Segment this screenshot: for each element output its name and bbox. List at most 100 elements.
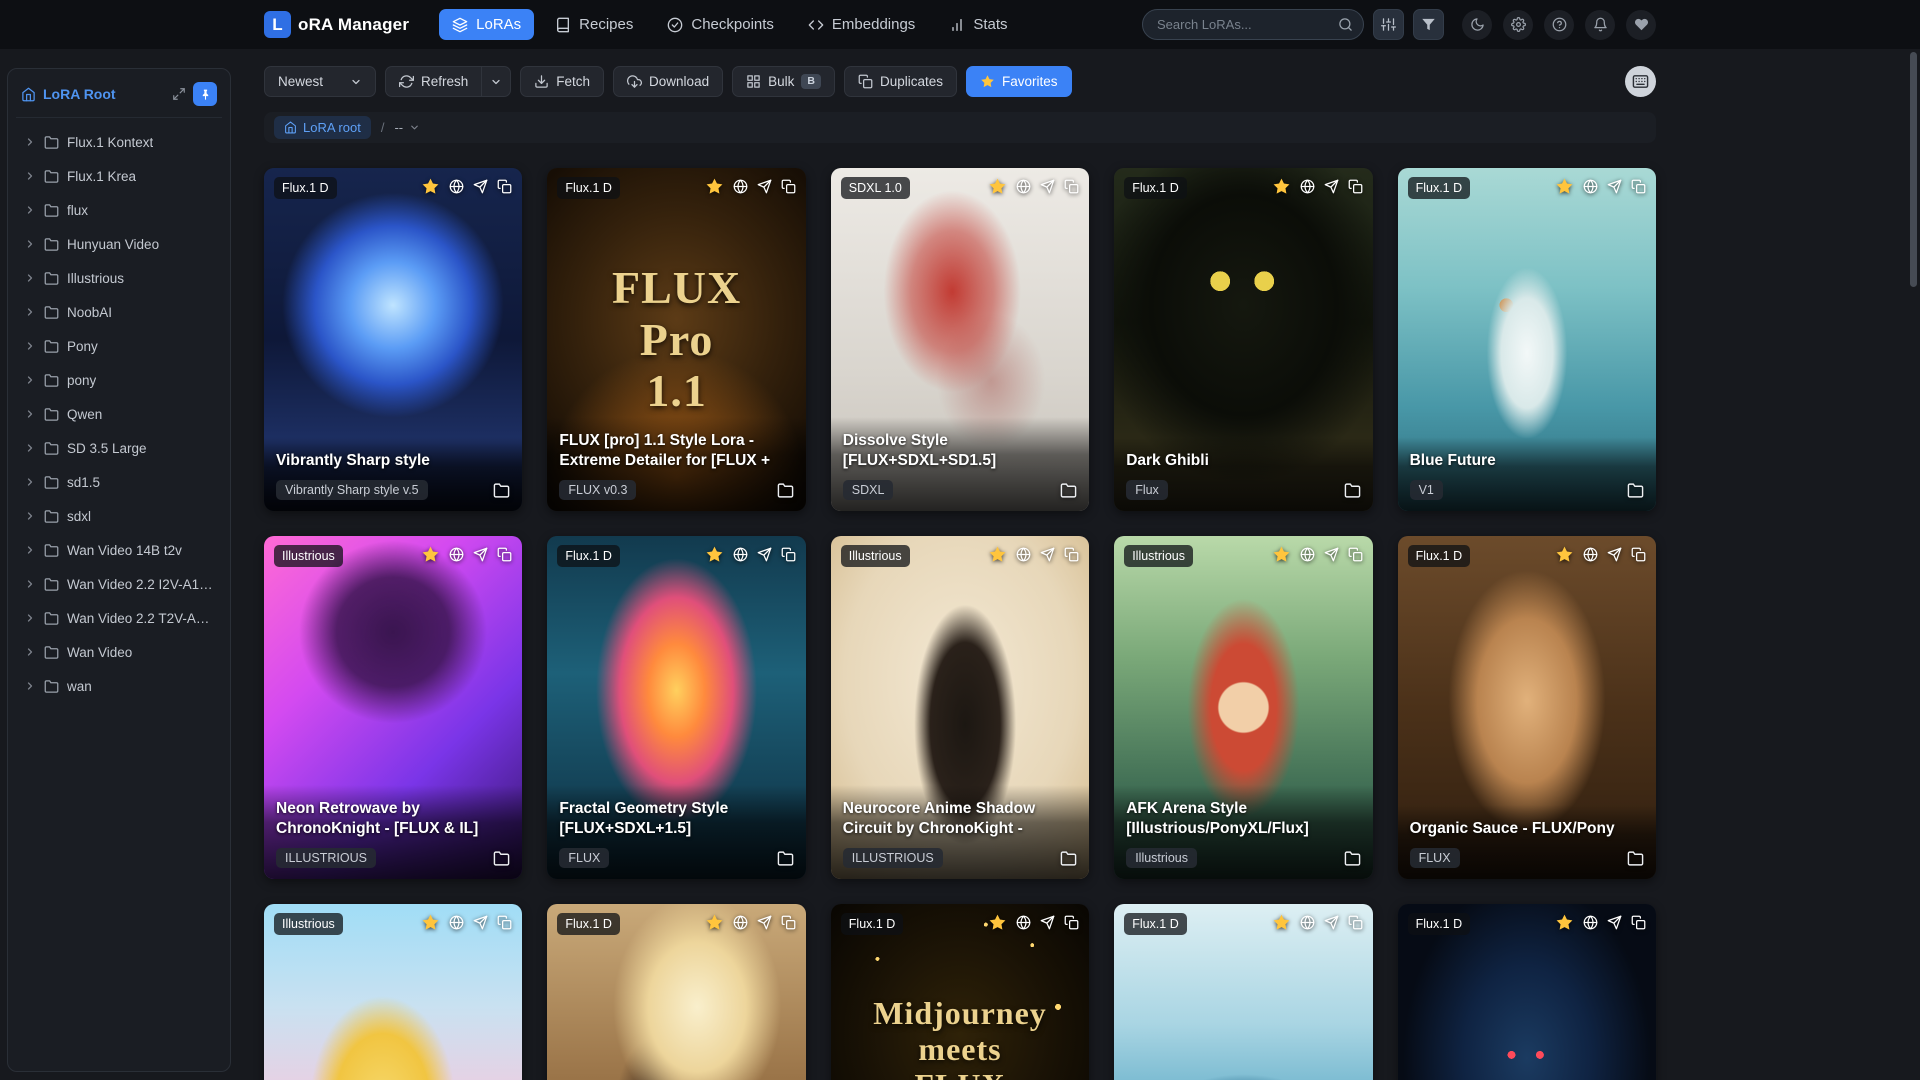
version-pill[interactable]: V1: [1409, 480, 1443, 500]
nav-tab-checkpoints[interactable]: Checkpoints: [654, 9, 787, 40]
copy-icon[interactable]: [1348, 915, 1363, 930]
favorite-star-icon[interactable]: [1555, 177, 1574, 196]
send-icon[interactable]: [473, 915, 488, 930]
duplicates-button[interactable]: Duplicates: [843, 66, 957, 97]
globe-icon[interactable]: [1300, 547, 1315, 562]
copy-icon[interactable]: [1064, 179, 1079, 194]
version-pill[interactable]: FLUX: [559, 848, 610, 868]
globe-icon[interactable]: [449, 915, 464, 930]
open-folder-icon[interactable]: [493, 850, 510, 867]
nav-tab-recipes[interactable]: Recipes: [542, 9, 646, 40]
globe-icon[interactable]: [1583, 179, 1598, 194]
version-pill[interactable]: Flux: [1126, 480, 1168, 500]
search-options-button[interactable]: [1373, 9, 1404, 40]
lora-card[interactable]: Flux.1 D: [1397, 904, 1656, 1080]
theme-toggle-button[interactable]: [1462, 9, 1492, 40]
lora-card[interactable]: Flux.1 D Organic Sauce - FLUX/Pony FLUX: [1397, 536, 1656, 879]
nav-tab-embeddings[interactable]: Embeddings: [795, 9, 928, 40]
sidebar-folder-item[interactable]: Flux.1 Krea: [16, 159, 222, 193]
sidebar-folder-item[interactable]: Illustrious: [16, 261, 222, 295]
sidebar-folder-item[interactable]: pony: [16, 363, 222, 397]
breadcrumb-root[interactable]: LoRA root: [274, 116, 371, 139]
globe-icon[interactable]: [449, 547, 464, 562]
globe-icon[interactable]: [733, 547, 748, 562]
sidebar-folder-item[interactable]: Wan Video 14B t2v: [16, 533, 222, 567]
favorite-star-icon[interactable]: [421, 545, 440, 564]
open-folder-icon[interactable]: [1060, 850, 1077, 867]
send-icon[interactable]: [473, 547, 488, 562]
open-folder-icon[interactable]: [493, 482, 510, 499]
copy-icon[interactable]: [497, 547, 512, 562]
lora-card[interactable]: Flux.1 D Vibrantly Sharp style Vibrantly…: [264, 168, 523, 511]
copy-icon[interactable]: [1631, 179, 1646, 194]
lora-card[interactable]: Flux.1 D: [547, 904, 806, 1080]
open-folder-icon[interactable]: [1627, 850, 1644, 867]
open-folder-icon[interactable]: [777, 482, 794, 499]
copy-icon[interactable]: [1631, 547, 1646, 562]
send-icon[interactable]: [1324, 915, 1339, 930]
favorite-star-icon[interactable]: [1555, 545, 1574, 564]
sidebar-folder-item[interactable]: SD 3.5 Large: [16, 431, 222, 465]
pin-sidebar-button[interactable]: [193, 82, 217, 106]
open-folder-icon[interactable]: [1060, 482, 1077, 499]
send-icon[interactable]: [1607, 547, 1622, 562]
refresh-button[interactable]: Refresh: [385, 66, 482, 97]
breadcrumb-current-dropdown[interactable]: --: [394, 120, 420, 135]
send-icon[interactable]: [1040, 915, 1055, 930]
sidebar-folder-item[interactable]: Qwen: [16, 397, 222, 431]
favorite-star-icon[interactable]: [421, 177, 440, 196]
bulk-button[interactable]: Bulk B: [732, 66, 835, 97]
copy-icon[interactable]: [781, 547, 796, 562]
sidebar-root-label[interactable]: LoRA Root: [43, 86, 165, 102]
send-icon[interactable]: [757, 547, 772, 562]
copy-icon[interactable]: [1064, 547, 1079, 562]
search-input[interactable]: [1142, 9, 1364, 40]
filter-button[interactable]: [1413, 9, 1444, 40]
send-icon[interactable]: [1324, 179, 1339, 194]
globe-icon[interactable]: [733, 179, 748, 194]
copy-icon[interactable]: [1348, 547, 1363, 562]
sidebar-folder-item[interactable]: Hunyuan Video: [16, 227, 222, 261]
globe-icon[interactable]: [1016, 547, 1031, 562]
expand-all-icon[interactable]: [172, 87, 186, 101]
send-icon[interactable]: [1324, 547, 1339, 562]
globe-icon[interactable]: [1583, 547, 1598, 562]
lora-card[interactable]: Flux.1 D Blue Future V1: [1397, 168, 1656, 511]
sidebar-folder-item[interactable]: sd1.5: [16, 465, 222, 499]
version-pill[interactable]: Vibrantly Sharp style v.5: [276, 480, 428, 500]
sort-dropdown[interactable]: Newest: [264, 66, 376, 97]
favorite-star-icon[interactable]: [1272, 545, 1291, 564]
refresh-options-button[interactable]: [481, 66, 512, 97]
copy-icon[interactable]: [781, 915, 796, 930]
globe-icon[interactable]: [1583, 915, 1598, 930]
send-icon[interactable]: [473, 179, 488, 194]
globe-icon[interactable]: [1016, 915, 1031, 930]
send-icon[interactable]: [1607, 179, 1622, 194]
version-pill[interactable]: ILLUSTRIOUS: [276, 848, 376, 868]
globe-icon[interactable]: [449, 179, 464, 194]
send-icon[interactable]: [1040, 547, 1055, 562]
open-folder-icon[interactable]: [777, 850, 794, 867]
keyboard-shortcuts-button[interactable]: [1625, 66, 1656, 97]
lora-card[interactable]: Illustrious AFK Arena Style [Illustrious…: [1114, 536, 1373, 879]
favorite-star-icon[interactable]: [705, 545, 724, 564]
lora-card[interactable]: SDXL 1.0 Dissolve Style [FLUX+SDXL+SD1.5…: [830, 168, 1090, 511]
open-folder-icon[interactable]: [1627, 482, 1644, 499]
fetch-button[interactable]: Fetch: [520, 66, 605, 97]
notifications-button[interactable]: [1585, 9, 1615, 40]
favorite-star-icon[interactable]: [421, 913, 440, 932]
favorite-star-icon[interactable]: [705, 177, 724, 196]
lora-card[interactable]: Flux.1 D: [1114, 904, 1373, 1080]
version-pill[interactable]: SDXL: [842, 480, 894, 500]
send-icon[interactable]: [757, 915, 772, 930]
sidebar-folder-item[interactable]: sdxl: [16, 499, 222, 533]
copy-icon[interactable]: [1631, 915, 1646, 930]
lora-card[interactable]: Flux.1 D Fractal Geometry Style [FLUX+SD…: [547, 536, 806, 879]
version-pill[interactable]: FLUX v0.3: [559, 480, 637, 500]
sidebar-folder-item[interactable]: Wan Video: [16, 635, 222, 669]
sidebar-folder-item[interactable]: Pony: [16, 329, 222, 363]
copy-icon[interactable]: [1064, 915, 1079, 930]
send-icon[interactable]: [1040, 179, 1055, 194]
version-pill[interactable]: Illustrious: [1126, 848, 1197, 868]
download-button[interactable]: Download: [613, 66, 724, 97]
